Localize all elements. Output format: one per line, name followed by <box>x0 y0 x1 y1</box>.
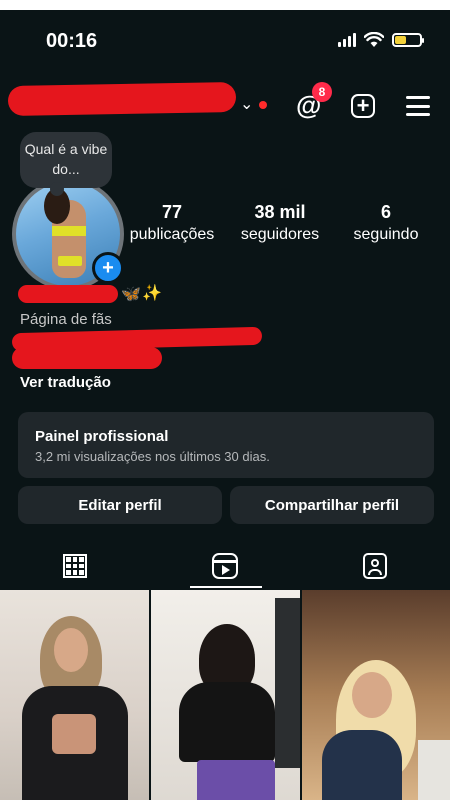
stat-following-label: seguindo <box>353 226 419 243</box>
cellular-signal-icon <box>338 33 356 47</box>
profile-note[interactable]: Qual é a vibe do... <box>20 132 112 196</box>
grid-icon <box>63 554 87 578</box>
status-bar: 00:16 <box>0 10 450 70</box>
posts-grid <box>0 590 450 800</box>
profile-tabs <box>0 542 450 590</box>
stat-posts-value: 77 <box>161 202 183 222</box>
notification-badge: 8 <box>312 82 332 102</box>
reel-thumbnail[interactable] <box>0 590 149 800</box>
professional-dashboard[interactable]: Painel profissional 3,2 mi visualizações… <box>18 412 434 478</box>
instagram-profile-screen: 00:16 ⌄ @ 8 + Qual é a vibe do... + 77 p… <box>0 10 450 800</box>
sparkles-emoji: ✨ <box>142 285 162 302</box>
dashboard-subtitle: 3,2 mi visualizações nos últimos 30 dias… <box>35 449 270 464</box>
create-post-button[interactable]: + <box>351 94 375 118</box>
butterfly-emoji: 🦋 <box>121 286 141 303</box>
tab-posts-grid[interactable] <box>0 542 150 590</box>
edit-profile-button[interactable]: Editar perfil <box>18 486 222 524</box>
active-tab-indicator <box>190 586 262 588</box>
dashboard-title: Painel profissional <box>35 428 169 445</box>
stat-followers-value: 38 mil <box>254 202 306 222</box>
display-name-redaction <box>18 285 118 303</box>
tagged-person-icon <box>363 553 387 579</box>
profile-category: Página de fãs <box>20 311 112 328</box>
reels-icon <box>212 553 238 579</box>
battery-icon <box>392 33 424 47</box>
chevron-down-icon[interactable]: ⌄ <box>240 94 253 114</box>
add-story-plus-icon[interactable]: + <box>92 252 124 284</box>
stat-followers-label: seguidores <box>240 226 320 243</box>
stat-posts-label: publicações <box>129 226 215 243</box>
stat-following-value: 6 <box>380 202 391 222</box>
username-redaction[interactable] <box>7 82 237 116</box>
stat-following[interactable]: 6 seguindo <box>342 202 430 244</box>
battery-level <box>395 36 406 44</box>
stat-followers[interactable]: 38 mil seguidores <box>234 202 326 244</box>
reel-thumbnail[interactable] <box>302 590 450 800</box>
profile-header: ⌄ @ 8 + <box>0 72 450 122</box>
tab-reels[interactable] <box>150 542 300 590</box>
tab-tagged[interactable] <box>300 542 450 590</box>
account-notification-dot <box>259 101 267 109</box>
status-icons <box>338 32 424 48</box>
wifi-icon <box>364 32 384 47</box>
see-translation-link[interactable]: Ver tradução <box>20 374 111 391</box>
share-profile-button[interactable]: Compartilhar perfil <box>230 486 434 524</box>
stat-posts[interactable]: 77 publicações <box>126 202 218 244</box>
reel-thumbnail[interactable] <box>151 590 300 800</box>
menu-icon[interactable] <box>406 96 430 116</box>
bio-redaction-2 <box>12 347 162 369</box>
status-time: 00:16 <box>46 30 98 52</box>
